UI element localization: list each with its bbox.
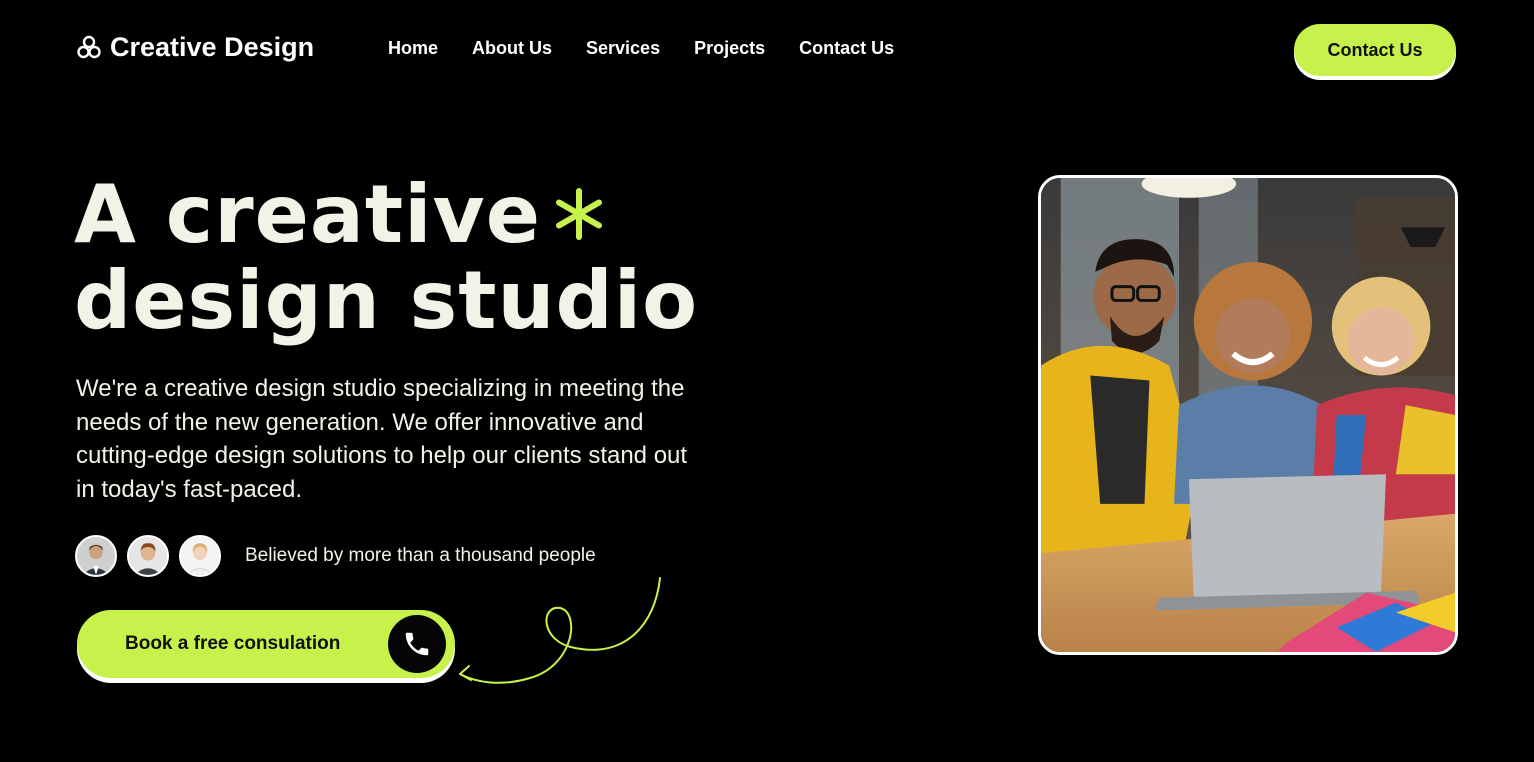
contact-us-button[interactable]: Contact Us [1294,24,1456,76]
nav-about-us[interactable]: About Us [472,38,552,59]
social-proof-text: Believed by more than a thousand people [245,545,596,566]
main-nav: Home About Us Services Projects Contact … [388,38,894,59]
brand-name: Creative Design [110,32,315,62]
asterisk-icon [555,188,602,241]
hero-title-line-2: design studio [74,254,699,347]
landing-page: Creative Design Home About Us Services P… [0,0,1534,762]
nav-services[interactable]: Services [586,38,660,59]
avatar [179,535,221,577]
nav-projects[interactable]: Projects [694,38,765,59]
link-knot-icon [77,35,101,58]
team-photo [1041,178,1455,652]
hero-team-photo [1038,175,1458,655]
hero-title: A creative design studio [74,172,698,344]
avatar-group [75,535,221,577]
book-consultation-button[interactable]: Book a free consulation [77,610,455,678]
hero-title-text-1: A creative [74,168,541,261]
phone-button [388,615,446,673]
hero-title-line-1: A creative [74,172,698,258]
book-consultation-label: Book a free consulation [125,633,341,654]
nav-contact-us[interactable]: Contact Us [799,38,894,59]
phone-icon [405,632,429,656]
brand-logo[interactable]: Creative Design [76,32,314,63]
decorative-arrow-swirl [459,577,661,684]
hero-description: We're a creative design studio specializ… [76,375,688,503]
avatar [75,535,117,577]
avatar [127,535,169,577]
nav-home[interactable]: Home [388,38,438,59]
